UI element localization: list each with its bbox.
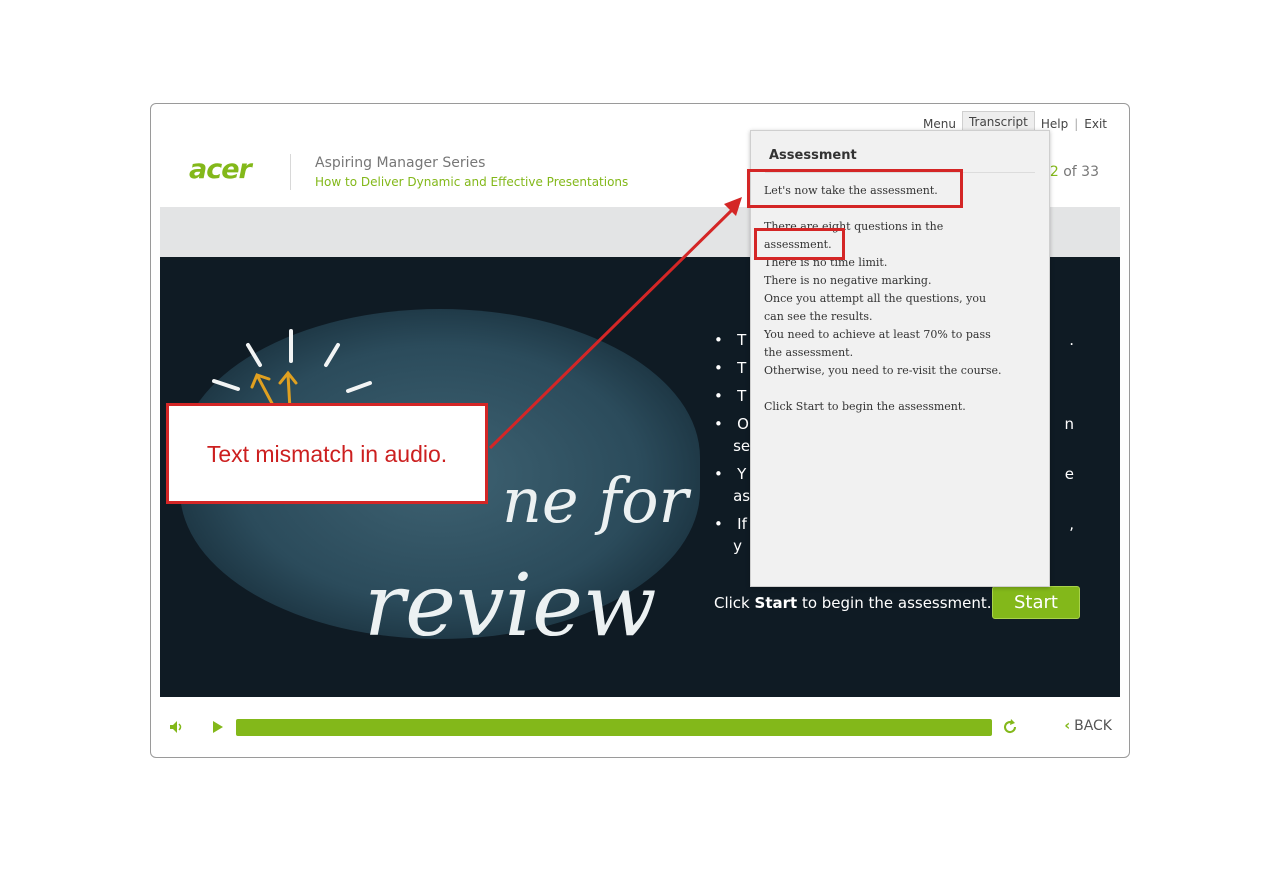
callout-text: Text mismatch in audio.	[206, 441, 448, 467]
annotation-callout: Text mismatch in audio.	[166, 403, 488, 504]
